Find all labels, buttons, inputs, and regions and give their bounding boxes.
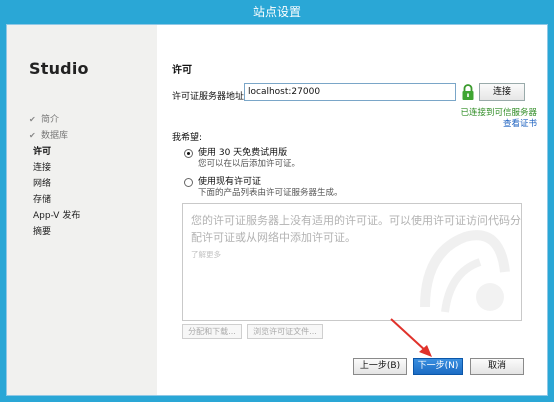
option-label: 使用现有许可证 bbox=[198, 177, 262, 187]
license-info-box: 您的许可证服务器上没有适用的许可证。可以使用许可证访问代码分配许可证或从网络中添… bbox=[182, 203, 522, 321]
info-message: 您的许可证服务器上没有适用的许可证。可以使用许可证访问代码分配许可证或从网络中添… bbox=[191, 214, 521, 244]
browse-license-file-button[interactable]: 浏览许可证文件... bbox=[247, 324, 323, 339]
site-setup-window: 站点设置 Studio ✔ 简介 ✔ 数据库 许可 连接 网络 存储 App-V… bbox=[0, 0, 554, 402]
step-license[interactable]: 许可 bbox=[33, 144, 80, 160]
checkmark-icon: ✔ bbox=[29, 131, 36, 140]
step-label: 数据库 bbox=[41, 131, 69, 141]
section-title: 许可 bbox=[172, 65, 192, 76]
step-database[interactable]: ✔ 数据库 bbox=[29, 128, 80, 144]
step-storage[interactable]: 存储 bbox=[33, 192, 80, 208]
server-address-label: 许可证服务器地址: bbox=[172, 92, 248, 102]
option-description: 下面的产品列表由许可证服务器生成。 bbox=[198, 188, 343, 198]
connect-button[interactable]: 连接 bbox=[479, 83, 525, 101]
step-label: 简介 bbox=[41, 115, 60, 125]
checkmark-icon: ✔ bbox=[29, 115, 36, 124]
window-title: 站点设置 bbox=[252, 5, 301, 19]
sidebar: Studio ✔ 简介 ✔ 数据库 许可 连接 网络 存储 App-V 发布 摘… bbox=[7, 25, 157, 395]
radio-button-selected[interactable] bbox=[184, 149, 193, 158]
option-description: 您可以在以后添加许可证。 bbox=[198, 159, 301, 169]
step-appv-publish[interactable]: App-V 发布 bbox=[33, 208, 80, 224]
next-button[interactable]: 下一步(N) bbox=[413, 358, 463, 375]
cancel-button[interactable]: 取消 bbox=[470, 358, 524, 375]
learn-more-link[interactable]: 了解更多 bbox=[191, 249, 221, 260]
step-connection[interactable]: 连接 bbox=[33, 160, 80, 176]
step-label: App-V 发布 bbox=[33, 211, 81, 221]
step-label: 摘要 bbox=[33, 227, 52, 237]
wizard-steps: ✔ 简介 ✔ 数据库 许可 连接 网络 存储 App-V 发布 摘要 bbox=[29, 112, 80, 240]
step-label: 存储 bbox=[33, 195, 52, 205]
option-label: 使用 30 天免费试用版 bbox=[198, 148, 288, 158]
step-network[interactable]: 网络 bbox=[33, 176, 80, 192]
step-intro[interactable]: ✔ 简介 bbox=[29, 112, 80, 128]
radio-button[interactable] bbox=[184, 178, 193, 187]
step-label: 连接 bbox=[33, 163, 52, 173]
step-label: 网络 bbox=[33, 179, 52, 189]
license-panel: 许可 许可证服务器地址: 连接 已连接到可信服务器 查看证书 我希望: 使用 3… bbox=[157, 25, 547, 395]
allocate-download-button[interactable]: 分配和下载... bbox=[182, 324, 242, 339]
server-address-input[interactable] bbox=[244, 83, 456, 101]
option-free-trial[interactable]: 使用 30 天免费试用版 您可以在以后添加许可证。 bbox=[184, 148, 300, 170]
back-button[interactable]: 上一步(B) bbox=[353, 358, 407, 375]
app-name: Studio bbox=[29, 59, 89, 78]
options-label: 我希望: bbox=[172, 133, 203, 143]
option-existing-license[interactable]: 使用现有许可证 下面的产品列表由许可证服务器生成。 bbox=[184, 177, 343, 199]
step-label: 许可 bbox=[33, 147, 52, 157]
wizard-frame: Studio ✔ 简介 ✔ 数据库 许可 连接 网络 存储 App-V 发布 摘… bbox=[6, 24, 548, 396]
lock-icon bbox=[462, 84, 474, 100]
step-summary[interactable]: 摘要 bbox=[33, 224, 80, 240]
view-certificate-link[interactable]: 查看证书 bbox=[503, 117, 537, 129]
